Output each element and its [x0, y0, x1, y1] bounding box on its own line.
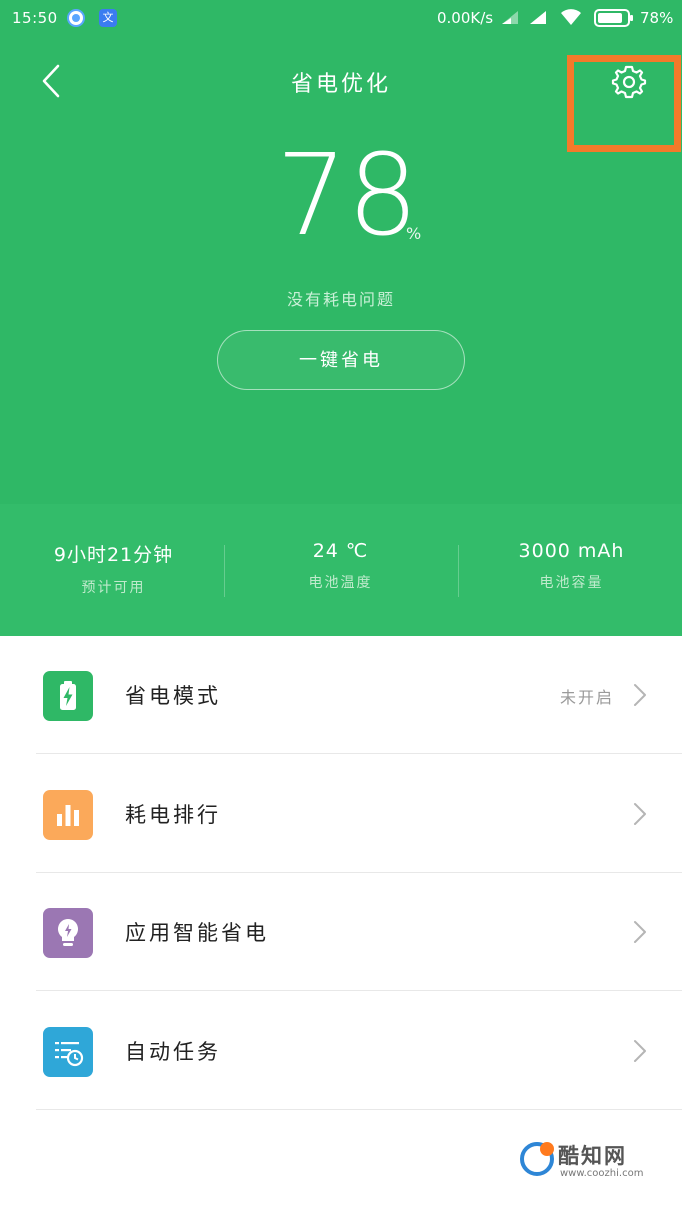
stat-label: 电池温度 — [308, 575, 373, 591]
watermark-url: www.coozhi.com — [560, 1168, 644, 1179]
chevron-right-icon — [634, 684, 646, 706]
divider — [458, 545, 459, 597]
menu-item-label: 自动任务 — [125, 1040, 221, 1064]
menu-item-smart-app-saving[interactable]: 应用智能省电 — [0, 873, 682, 991]
battery-icon — [594, 9, 634, 31]
battery-level-unit: % — [406, 224, 422, 243]
stat-capacity: 3000 mAh 电池容量 — [461, 540, 682, 592]
stat-label: 预计可用 — [81, 580, 146, 596]
wifi-icon — [559, 7, 583, 31]
menu-item-power-ranking[interactable]: 耗电排行 — [0, 755, 682, 873]
divider — [36, 1109, 682, 1110]
chevron-right-icon — [634, 1040, 646, 1062]
stat-temperature: 24 ℃ 电池温度 — [227, 540, 454, 592]
network-speed: 0.00K/s — [437, 9, 494, 27]
menu-item-label: 应用智能省电 — [125, 921, 269, 945]
status-bar: 15:50 文 0.00K/s 78% — [0, 0, 682, 36]
watermark-title: 酷知网 — [558, 1144, 627, 1168]
bar-chart-icon — [43, 790, 93, 840]
chevron-right-icon — [634, 803, 646, 825]
battery-percent: 78% — [640, 9, 674, 27]
notification-app-icon — [67, 9, 85, 27]
stat-value: 3000 mAh — [518, 540, 625, 562]
signal-icon — [500, 10, 520, 30]
menu-item-auto-tasks[interactable]: 自动任务 — [0, 992, 682, 1110]
stat-label: 电池容量 — [539, 575, 604, 591]
watermark-logo-icon — [520, 1142, 554, 1176]
chevron-right-icon — [634, 921, 646, 943]
bulb-icon — [43, 908, 93, 958]
menu-item-power-saving-mode[interactable]: 省电模式 未开启 — [0, 636, 682, 754]
battery-charge-icon — [43, 671, 93, 721]
divider — [224, 545, 225, 597]
notification-translate-icon: 文 — [99, 9, 117, 27]
battery-status-message: 没有耗电问题 — [286, 290, 395, 309]
divider — [36, 990, 682, 991]
stat-value: 9小时21分钟 — [53, 544, 174, 566]
signal-icon — [528, 10, 548, 30]
menu-item-label: 省电模式 — [125, 684, 221, 708]
stat-value: 24 ℃ — [312, 540, 369, 562]
divider — [36, 753, 682, 754]
menu-item-status: 未开启 — [559, 688, 614, 707]
status-time: 15:50 — [12, 9, 58, 27]
task-clock-icon — [43, 1027, 93, 1077]
stat-estimated-time: 9小时21分钟 预计可用 — [0, 540, 227, 597]
battery-level-value: 78 — [276, 131, 419, 261]
one-tap-optimize-button[interactable]: 一键省电 — [217, 330, 465, 390]
menu-item-label: 耗电排行 — [125, 803, 221, 827]
highlight-annotation-box — [567, 55, 681, 152]
watermark: 酷知网 www.coozhi.com — [518, 1138, 658, 1184]
